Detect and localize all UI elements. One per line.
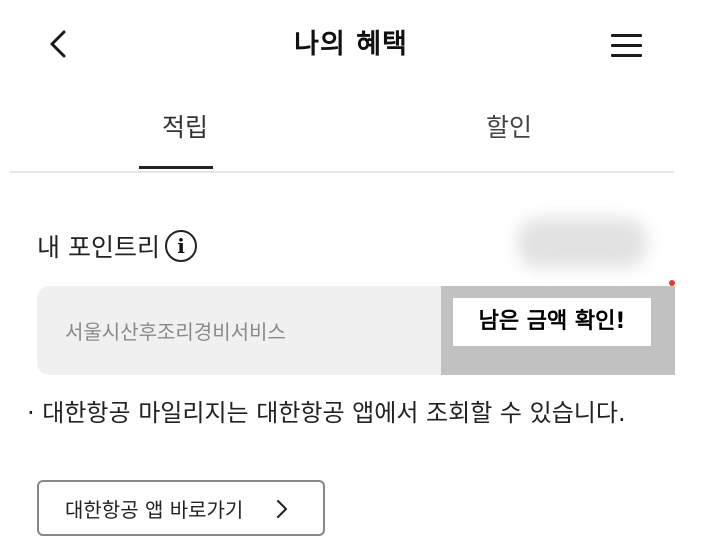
app-button-label: 대한항공 앱 바로가기 <box>65 498 244 522</box>
mileage-notice: · 대한항공 마일리지는 대한항공 앱에서 조회할 수 있습니다. <box>27 399 626 427</box>
points-label: 내 포인트리 <box>37 233 160 262</box>
header: 나의 혜택 <box>0 0 702 90</box>
page-title: 나의 혜택 <box>294 29 408 60</box>
tab-bar: 적립 할인 <box>10 90 674 173</box>
points-value-blurred <box>517 218 647 268</box>
tab-earn[interactable]: 적립 <box>162 108 208 144</box>
remaining-amount-callout: 남은 금액 확인! <box>453 298 651 346</box>
chevron-right-icon <box>277 500 287 518</box>
tab-discount[interactable]: 할인 <box>486 108 532 144</box>
korean-air-app-button[interactable]: 대한항공 앱 바로가기 <box>37 480 325 536</box>
points-row: 내 포인트리 i <box>37 218 657 268</box>
service-item[interactable]: 서울시산후조리경비서비스 남은 금액 확인! <box>37 286 675 375</box>
menu-button[interactable] <box>604 26 648 66</box>
service-name: 서울시산후조리경비서비스 <box>65 320 286 344</box>
active-tab-indicator <box>139 166 213 169</box>
hamburger-menu-line <box>611 44 642 47</box>
hamburger-menu-icon <box>611 34 642 37</box>
info-icon[interactable]: i <box>165 230 197 262</box>
remaining-amount-overlay: 남은 금액 확인! <box>441 286 675 375</box>
hamburger-menu-line <box>611 54 642 57</box>
